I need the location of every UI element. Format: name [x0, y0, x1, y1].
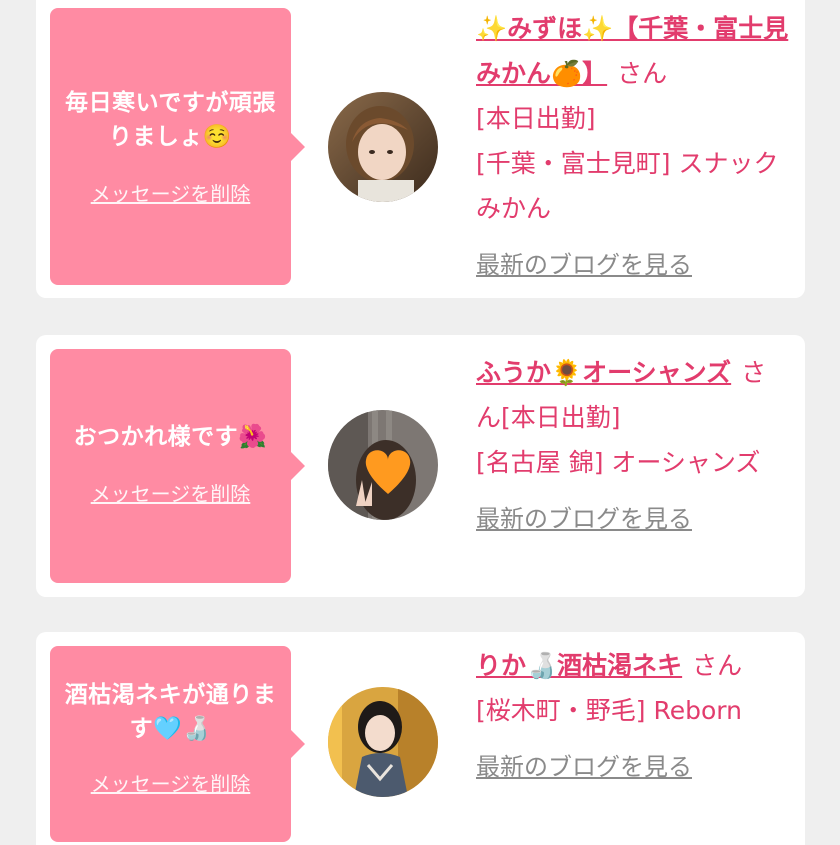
- honorific: さん: [617, 59, 668, 88]
- sender-name-link[interactable]: ふうか🌻オーシャンズ: [476, 358, 731, 387]
- latest-blog-link[interactable]: 最新のブログを見る: [476, 243, 791, 288]
- message-card: 酒枯渇ネキが通ります🩵🍶 メッセージを削除 りか🍶酒枯渇ネキ さん [桜木町・野毛…: [36, 632, 805, 845]
- delete-message-link[interactable]: メッセージを削除: [91, 478, 251, 507]
- message-card: 毎日寒いですが頑張りましょ☺️ メッセージを削除 ✨みずほ✨【千葉・富士見みかん…: [36, 0, 805, 298]
- message-bubble: 酒枯渇ネキが通ります🩵🍶 メッセージを削除: [50, 646, 305, 842]
- work-status: [本日出勤]: [501, 403, 621, 432]
- shop-name: [千葉・富士見町] スナックみかん: [476, 149, 779, 223]
- message-feed: 毎日寒いですが頑張りましょ☺️ メッセージを削除 ✨みずほ✨【千葉・富士見みかん…: [0, 0, 840, 845]
- avatar[interactable]: [328, 410, 438, 520]
- delete-message-link[interactable]: メッセージを削除: [91, 178, 251, 207]
- avatar[interactable]: [328, 92, 438, 202]
- latest-blog-link[interactable]: 最新のブログを見る: [476, 497, 791, 542]
- message-bubble: おつかれ様です🌺 メッセージを削除: [50, 349, 305, 583]
- sender-info: ✨みずほ✨【千葉・富士見みかん🍊】 さん [本日出勤] [千葉・富士見町] スナッ…: [476, 6, 791, 288]
- message-bubble: 毎日寒いですが頑張りましょ☺️ メッセージを削除: [50, 8, 305, 285]
- avatar[interactable]: [328, 687, 438, 797]
- message-text: 酒枯渇ネキが通ります🩵🍶: [64, 682, 277, 742]
- shop-name: [桜木町・野毛] Reborn: [476, 696, 742, 725]
- message-card: おつかれ様です🌺 メッセージを削除 ふうか🌻オーシャンズ さん[本日出勤] [名古…: [36, 335, 805, 597]
- work-status: [本日出勤]: [476, 104, 596, 133]
- shop-name: [名古屋 錦] オーシャンズ: [476, 448, 761, 477]
- honorific: さん: [692, 651, 743, 680]
- delete-message-link[interactable]: メッセージを削除: [91, 768, 251, 797]
- latest-blog-link[interactable]: 最新のブログを見る: [476, 745, 791, 790]
- message-text: おつかれ様です🌺: [73, 424, 268, 450]
- sender-info: ふうか🌻オーシャンズ さん[本日出勤] [名古屋 錦] オーシャンズ 最新のブログ…: [476, 350, 791, 542]
- message-text: 毎日寒いですが頑張りましょ☺️: [65, 90, 276, 150]
- sender-name-link[interactable]: りか🍶酒枯渇ネキ: [476, 651, 682, 680]
- sender-info: りか🍶酒枯渇ネキ さん [桜木町・野毛] Reborn 最新のブログを見る: [476, 643, 791, 790]
